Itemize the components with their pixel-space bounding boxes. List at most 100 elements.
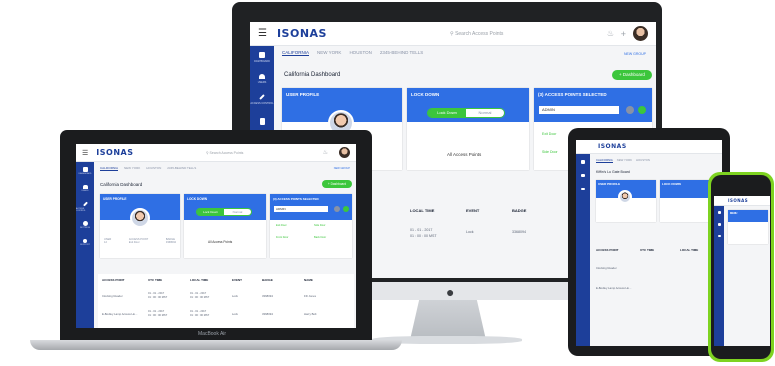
sidebar-item-settings[interactable]: SETTINGS bbox=[76, 216, 94, 234]
wrench-icon bbox=[82, 201, 88, 207]
ap-exit-door[interactable]: Exit Door bbox=[276, 224, 287, 227]
sidebar-item-access-control[interactable] bbox=[714, 230, 724, 242]
wrench-icon bbox=[581, 188, 585, 190]
cell-local: 01 - 01 - 2017 bbox=[190, 292, 207, 295]
plus-icon[interactable]: + bbox=[621, 29, 626, 39]
sidebar-label: ACCESS CONTROL bbox=[76, 208, 86, 212]
sidebar-item-users[interactable]: USERS bbox=[250, 68, 274, 90]
ap-side-door[interactable]: Side Door bbox=[314, 224, 326, 227]
minus-button[interactable] bbox=[334, 206, 340, 212]
cell-local-2: 01 : 00 : 00 MST bbox=[190, 296, 210, 299]
search-placeholder: Search Access Points bbox=[455, 30, 504, 37]
access-points-card: (3) ACCESS POINTS SELECTED ADMIN Exit Do… bbox=[270, 194, 352, 258]
tab-new-york[interactable]: NEW YORK bbox=[317, 50, 341, 56]
stat-badge: BADGE 3368094 bbox=[166, 238, 176, 244]
toggle-on[interactable]: Lock Down bbox=[428, 109, 466, 117]
col-utc-time: UTC TIME bbox=[148, 278, 163, 282]
tab-california[interactable]: CALIFORNIA bbox=[100, 166, 119, 171]
tab-california[interactable]: CALIFORNIA bbox=[282, 50, 310, 56]
new-group-link[interactable]: NEW GROUP bbox=[624, 52, 646, 56]
col-local-time: LOCAL TIME bbox=[410, 208, 435, 213]
cell-utc: 01 - 01 - 2017 bbox=[148, 310, 165, 313]
hamburger-icon[interactable]: ☰ bbox=[258, 28, 267, 39]
sidebar-item-dashboard[interactable]: DASHBOARD bbox=[250, 46, 274, 68]
sidebar-item-dashboard[interactable] bbox=[576, 154, 590, 168]
cell-access-point: E-Bodley Lamp Access Ho... bbox=[596, 286, 632, 290]
hamburger-icon[interactable]: ☰ bbox=[82, 149, 88, 157]
plus-button[interactable] bbox=[638, 106, 646, 114]
col-local-time: LOCAL TIME bbox=[680, 248, 699, 252]
stat-value: Exit Door bbox=[128, 241, 140, 244]
ap-side-door[interactable]: Side Door bbox=[542, 150, 558, 154]
device-showcase: ● ☰ ISONAS ⚲ Search Access Points ♨ + DA… bbox=[0, 0, 775, 366]
user-avatar[interactable] bbox=[339, 147, 350, 158]
search-input[interactable]: ⚲ Search Access Points bbox=[450, 31, 503, 37]
sidebar-label: SUPPORT bbox=[80, 244, 90, 246]
stat-user: USER 12 bbox=[104, 238, 111, 244]
sidebar-item-access-control[interactable]: ACCESS CONTROL bbox=[76, 198, 94, 216]
lock-down-card: LOCK DOWN Lock Down Normal All Access Po… bbox=[184, 194, 266, 258]
tab-new-york[interactable]: NEW YORK bbox=[617, 158, 632, 163]
card-header: LOCK DOWN bbox=[184, 194, 266, 220]
col-local-time: LOCAL TIME bbox=[190, 278, 209, 282]
tab-houston[interactable]: HOUSTON bbox=[349, 50, 371, 56]
access-select[interactable]: ADMIN bbox=[274, 206, 328, 212]
access-select[interactable]: ADMIN bbox=[539, 106, 619, 114]
tab-tells[interactable]: 2345-BEHIND TELLS bbox=[167, 166, 196, 171]
grid-icon bbox=[581, 160, 585, 164]
gear-icon bbox=[82, 221, 88, 226]
bell-icon[interactable]: ♨ bbox=[323, 149, 328, 156]
toggle-off[interactable]: Normal bbox=[466, 109, 504, 117]
toggle-off[interactable]: Normal bbox=[224, 209, 251, 215]
apple-logo-icon: ● bbox=[446, 284, 455, 300]
sidebar-item-access-control[interactable] bbox=[576, 182, 590, 196]
laptop-base bbox=[30, 340, 402, 350]
tab-new-york[interactable]: NEW YORK bbox=[124, 166, 140, 171]
tablet-title: Kiffin's Lu Gate Board bbox=[596, 170, 630, 174]
cell-access-point: E-Bodley Lamp Access Ho... bbox=[102, 312, 138, 316]
user-avatar[interactable] bbox=[633, 26, 648, 41]
help-icon bbox=[83, 239, 87, 243]
tab-california[interactable]: CALIFORNIA bbox=[596, 158, 613, 163]
tab-houston[interactable]: HOUSTON bbox=[146, 166, 161, 171]
bell-icon[interactable]: ♨ bbox=[607, 29, 614, 38]
plus-button[interactable] bbox=[343, 206, 349, 212]
cell-event: Lock bbox=[232, 294, 238, 298]
sidebar-label: ACCESS CONTROL bbox=[250, 102, 274, 105]
users-icon bbox=[717, 223, 721, 226]
ap-front-door[interactable]: Front Door bbox=[276, 236, 288, 239]
toggle-on[interactable]: Lock Down bbox=[197, 209, 224, 215]
laptop-brand: MacBook Air bbox=[198, 331, 227, 337]
new-group-link[interactable]: NEW GROUP bbox=[334, 167, 350, 170]
sidebar-item-users[interactable] bbox=[714, 218, 724, 230]
sidebar-item-users[interactable] bbox=[576, 168, 590, 182]
card-header: (3) ACCESS POINTS SELECTED bbox=[534, 88, 652, 122]
location-tabs: CALIFORNIA NEW YORK HOUSTON 2345-BEHIND … bbox=[100, 166, 196, 171]
lockdown-toggle[interactable]: Lock Down Normal bbox=[196, 208, 252, 216]
top-bar: ☰ ISONAS ⚲ Search Access Points ♨ bbox=[76, 144, 356, 162]
monitor-stand bbox=[410, 300, 486, 340]
document-icon bbox=[259, 118, 265, 125]
sidebar-item-support[interactable]: SUPPORT bbox=[76, 234, 94, 252]
lockdown-toggle[interactable]: Lock Down Normal bbox=[427, 108, 505, 118]
search-placeholder: Search Access Points bbox=[209, 150, 244, 155]
col-access-point: ACCESS POINT bbox=[102, 278, 125, 282]
cell-local-time-2: 01 : 00 : 00 MST bbox=[410, 234, 437, 238]
ap-exit-door[interactable]: Exit Door bbox=[542, 132, 556, 136]
sidebar-item-dashboard[interactable]: DASHBOARD bbox=[76, 162, 94, 180]
grid-icon bbox=[82, 167, 88, 172]
stat-value: 12 bbox=[104, 241, 107, 244]
sidebar-item-dashboard[interactable] bbox=[714, 206, 724, 218]
sidebar-item-access-control[interactable]: ACCESS CONTROL bbox=[250, 90, 274, 112]
sidebar-item-users[interactable]: USERS bbox=[76, 180, 94, 198]
sidebar-label: USERS bbox=[81, 190, 89, 192]
tab-tells[interactable]: 2345-BEHIND TELLS bbox=[380, 50, 423, 56]
minus-button[interactable] bbox=[626, 106, 634, 114]
user-profile-card: USER PROFILE USER 12 ACCESS POINT Exit Doo… bbox=[100, 194, 180, 258]
add-dashboard-button[interactable]: + Dashboard bbox=[612, 70, 652, 80]
search-input[interactable]: ⚲ Search Access Points bbox=[206, 151, 243, 155]
tab-houston[interactable]: HOUSTON bbox=[636, 158, 650, 163]
ap-back-door[interactable]: Back Door bbox=[314, 236, 326, 239]
add-dashboard-button[interactable]: + Dashboard bbox=[322, 180, 352, 188]
col-event: EVENT bbox=[232, 278, 243, 282]
